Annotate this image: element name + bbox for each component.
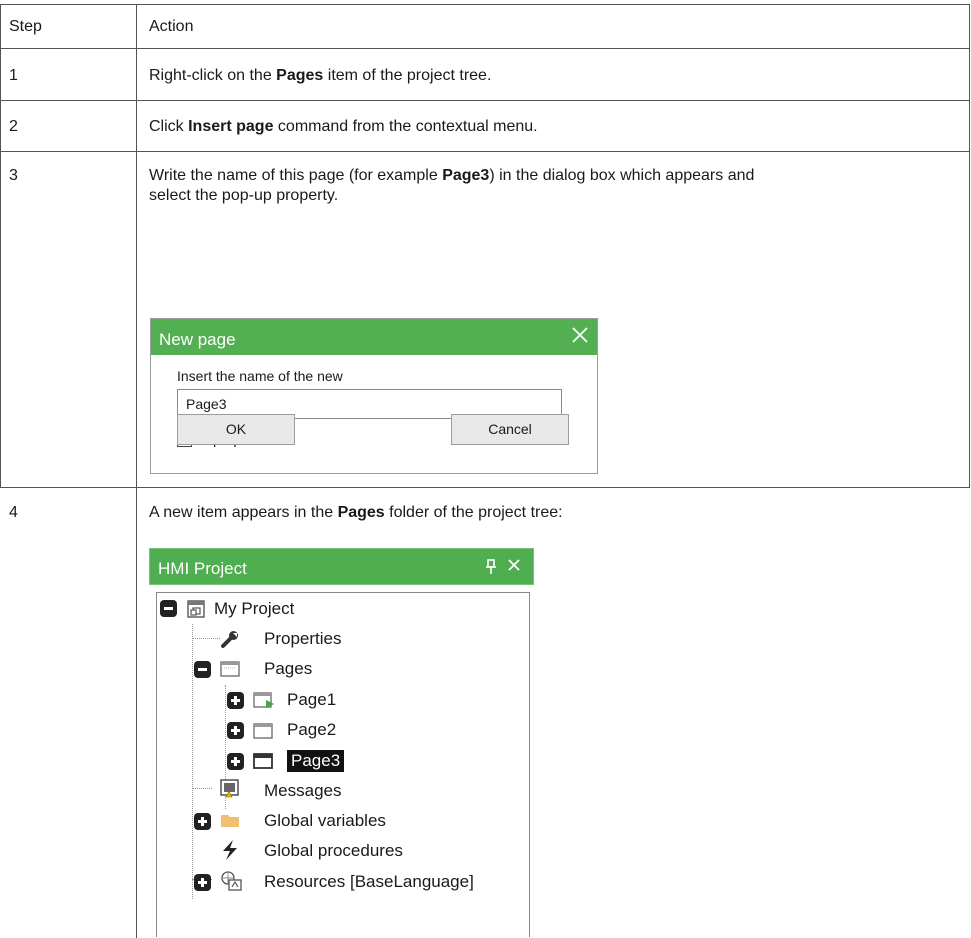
panel-title-bar: HMI Project — [149, 548, 534, 585]
table-border-top — [0, 4, 970, 5]
lightning-icon — [220, 839, 240, 866]
step-number: 2 — [9, 118, 18, 135]
tree-connector — [192, 638, 220, 639]
expand-icon[interactable] — [227, 722, 244, 739]
project-icon — [187, 600, 205, 623]
resources-icon — [220, 870, 242, 897]
tree-item-page1[interactable]: Page1 — [287, 689, 336, 711]
collapse-icon[interactable] — [194, 661, 211, 678]
pin-icon[interactable] — [485, 559, 497, 580]
new-page-dialog: New page Insert the name of the new Pop-… — [150, 318, 598, 474]
close-icon[interactable] — [569, 324, 591, 346]
header-action: Action — [149, 18, 194, 35]
table-column-divider — [136, 4, 137, 938]
cancel-button[interactable]: Cancel — [451, 414, 569, 445]
header-step: Step — [9, 18, 42, 35]
expand-icon[interactable] — [194, 874, 211, 891]
step-action: Click Insert page command from the conte… — [149, 118, 538, 135]
hmi-project-panel: HMI Project My Project Properties Pages … — [149, 548, 534, 938]
page-name-label: Insert the name of the new — [177, 368, 343, 384]
tree-item-page3[interactable]: Page3 — [287, 750, 345, 772]
step-number: 3 — [9, 167, 18, 184]
tree-connector — [192, 788, 212, 789]
table-row-divider — [0, 487, 970, 488]
wrench-icon — [220, 629, 240, 654]
tree-connector — [192, 624, 193, 899]
table-border-right — [969, 4, 970, 488]
table-header-divider — [0, 48, 970, 49]
startup-page-icon — [253, 692, 275, 714]
project-tree: My Project Properties Pages Page1 Page2 … — [156, 592, 530, 937]
tree-item-messages[interactable]: Messages — [264, 780, 341, 802]
tree-item-global-procedures[interactable]: Global procedures — [264, 840, 403, 862]
tree-item-page2[interactable]: Page2 — [287, 719, 336, 741]
messages-icon — [220, 779, 240, 804]
table-row-divider — [0, 151, 970, 152]
expand-icon[interactable] — [227, 692, 244, 709]
table-border-left — [0, 4, 1, 488]
folder-icon — [220, 812, 240, 833]
page-icon — [253, 723, 273, 744]
tree-item-my-project[interactable]: My Project — [214, 598, 294, 620]
panel-title: HMI Project — [158, 559, 247, 578]
expand-icon[interactable] — [194, 813, 211, 830]
step-action: Write the name of this page (for example… — [149, 167, 755, 204]
step-action: A new item appears in the Pages folder o… — [149, 504, 563, 521]
tree-item-pages[interactable]: Pages — [264, 658, 312, 680]
tree-item-global-variables[interactable]: Global variables — [264, 810, 386, 832]
dialog-title: New page — [159, 330, 236, 349]
popup-page-icon — [253, 753, 273, 774]
table-row-divider — [0, 100, 970, 101]
close-icon[interactable] — [507, 556, 521, 576]
expand-icon[interactable] — [227, 753, 244, 770]
step-number: 1 — [9, 67, 18, 84]
tree-item-resources[interactable]: Resources [BaseLanguage] — [264, 871, 474, 893]
collapse-icon[interactable] — [160, 600, 177, 617]
step-action: Right-click on the Pages item of the pro… — [149, 67, 492, 84]
tree-item-properties[interactable]: Properties — [264, 628, 341, 650]
ok-button[interactable]: OK — [177, 414, 295, 445]
dialog-title-bar: New page — [151, 319, 597, 355]
step-number: 4 — [9, 504, 18, 521]
page-icon — [220, 661, 240, 682]
